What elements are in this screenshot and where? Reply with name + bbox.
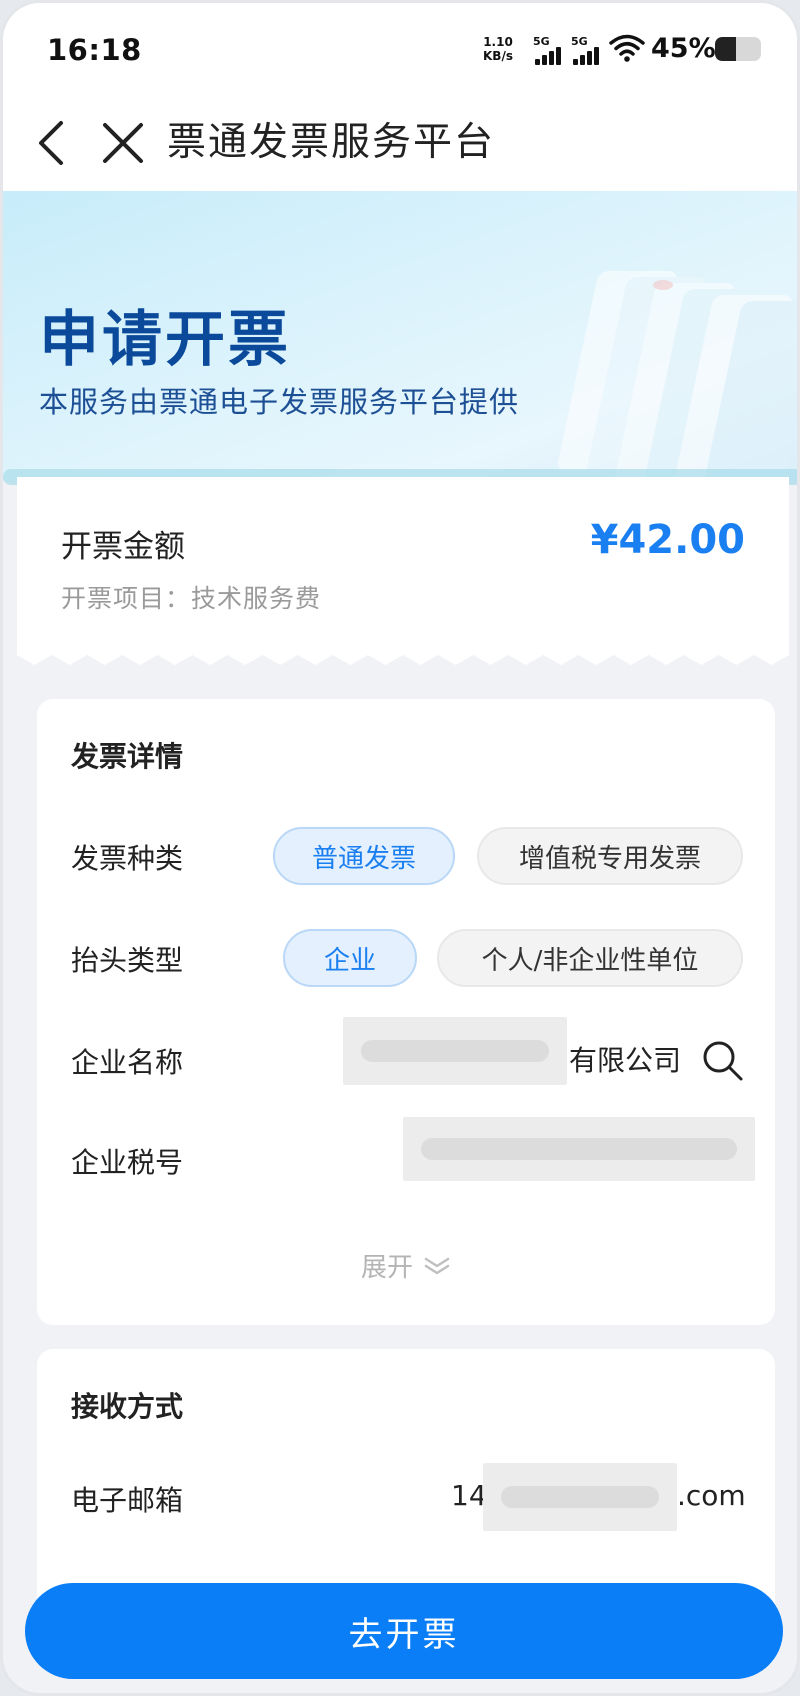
wifi-icon xyxy=(609,34,645,62)
hero-subtitle: 本服务由票通电子发票服务平台提供 xyxy=(39,385,520,419)
hero-title: 申请开票 xyxy=(39,305,291,375)
close-icon[interactable] xyxy=(93,113,153,173)
email-label: 电子邮箱 xyxy=(71,1484,184,1517)
tax-id-label: 企业税号 xyxy=(71,1146,184,1179)
invoice-type-option-normal[interactable]: 普通发票 xyxy=(273,827,455,885)
search-icon[interactable] xyxy=(701,1039,745,1083)
invoice-type-option-vat-special[interactable]: 增值税专用发票 xyxy=(477,827,743,885)
invoice-type-label: 发票种类 xyxy=(71,842,184,875)
email-redacted[interactable] xyxy=(483,1463,677,1531)
battery-percent: 45% xyxy=(651,33,716,64)
status-time: 16:18 xyxy=(47,33,142,67)
phone-screen: 16:18 1.10 KB/s 5G 5G 45% 票通发票服务平台 申请开票 … xyxy=(0,0,800,1696)
receive-title: 接收方式 xyxy=(71,1390,184,1423)
ticket-zigzag-edge xyxy=(17,639,789,669)
hero-banner: 申请开票 本服务由票通电子发票服务平台提供 xyxy=(3,191,797,481)
page-title: 票通发票服务平台 xyxy=(167,120,496,165)
amount-label: 开票金额 xyxy=(61,529,185,565)
details-title: 发票详情 xyxy=(71,740,184,773)
submit-invoice-button[interactable]: 去开票 xyxy=(25,1583,783,1679)
invoice-details-card: 发票详情 发票种类 普通发票 增值税专用发票 抬头类型 企业 个人/非企业性单位… xyxy=(37,699,775,1325)
header-type-option-individual[interactable]: 个人/非企业性单位 xyxy=(437,929,743,987)
network-speed-unit: KB/s xyxy=(483,49,513,63)
tax-id-redacted[interactable] xyxy=(403,1117,755,1181)
company-name-redacted[interactable] xyxy=(343,1017,567,1085)
email-suffix: .com xyxy=(677,1479,746,1512)
expand-label: 展开 xyxy=(360,1253,413,1283)
chevron-left-icon[interactable] xyxy=(29,113,79,173)
network-speed: 1.10 KB/s xyxy=(483,35,513,63)
expand-button[interactable]: 展开 xyxy=(37,1247,775,1284)
header-type-option-company[interactable]: 企业 xyxy=(283,929,417,987)
amount-value: ¥42.00 xyxy=(590,517,745,563)
company-name-label: 企业名称 xyxy=(71,1046,184,1079)
battery-level xyxy=(715,37,736,61)
invoice-item: 开票项目：技术服务费 xyxy=(61,584,322,613)
status-bar: 16:18 1.10 KB/s 5G 5G 45% xyxy=(3,3,797,95)
nav-bar: 票通发票服务平台 xyxy=(3,95,797,191)
battery-icon xyxy=(715,37,761,61)
email-prefix: 14 xyxy=(451,1479,487,1512)
chevron-double-down-icon xyxy=(424,1257,450,1274)
company-name-suffix: 有限公司 xyxy=(569,1044,682,1077)
invoice-stack-illustration xyxy=(558,271,797,481)
header-type-label: 抬头类型 xyxy=(71,944,184,977)
network-speed-value: 1.10 xyxy=(483,35,513,49)
